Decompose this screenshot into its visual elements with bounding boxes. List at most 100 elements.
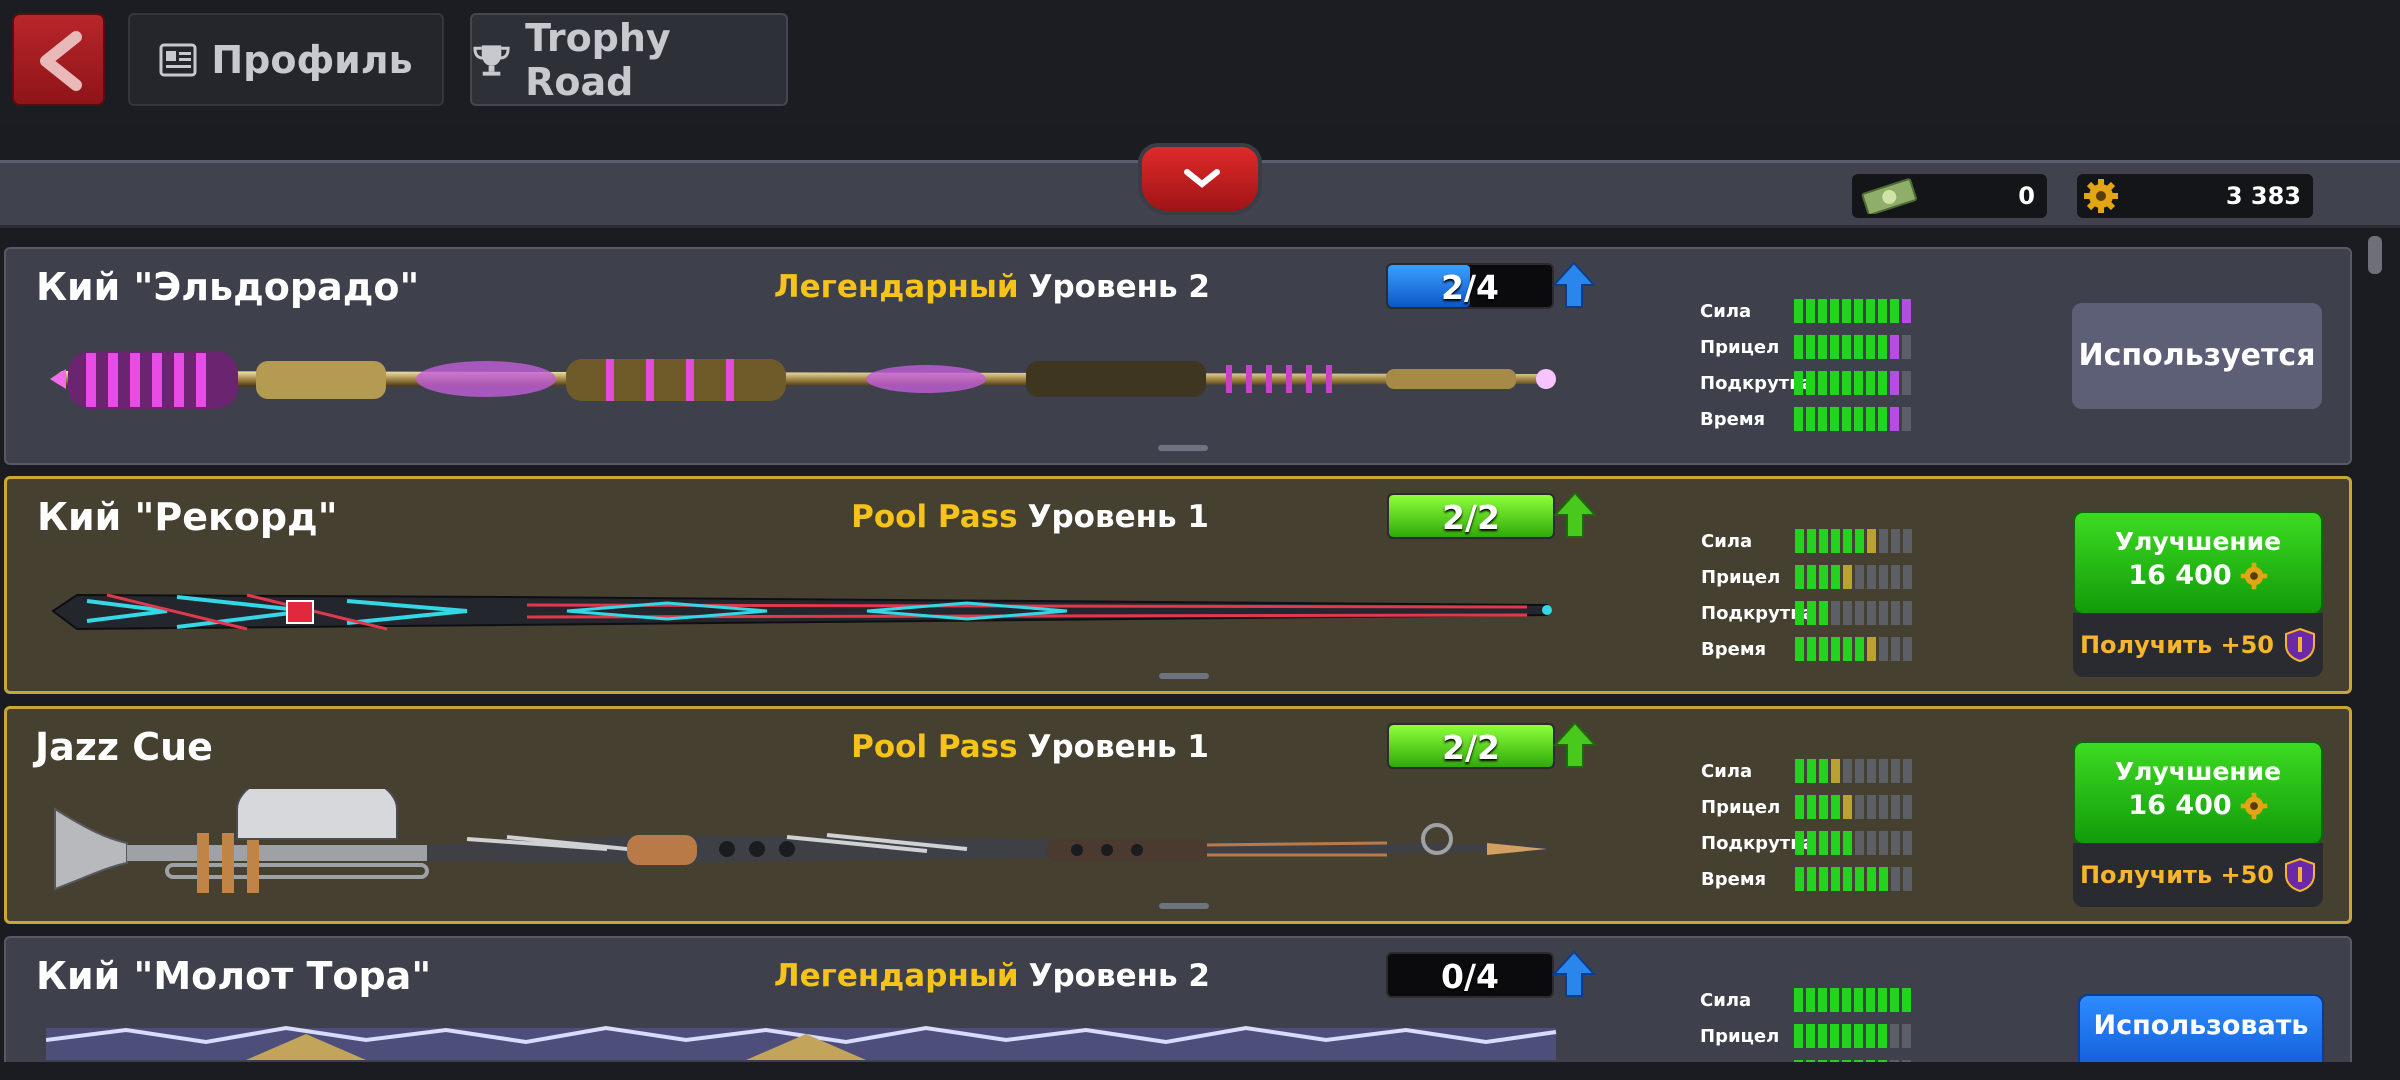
stat-segment <box>1867 529 1876 553</box>
stat-segment <box>1830 407 1839 431</box>
stat-label: Прицел <box>1701 566 1781 588</box>
stat-segment <box>1795 529 1804 553</box>
stat-segment <box>1795 759 1804 783</box>
stat-label: Подкрутка <box>1701 832 1815 854</box>
stat-segment <box>1867 795 1876 819</box>
stat-segment <box>1890 988 1899 1012</box>
stat-segment <box>1891 529 1900 553</box>
coins-balance: 3 383 <box>2077 174 2313 218</box>
stat-row: Подкрутка <box>1701 595 1912 631</box>
stat-segment <box>1854 988 1863 1012</box>
stat-segment <box>1819 637 1828 661</box>
stat-segment <box>1891 795 1900 819</box>
stat-segment <box>1843 601 1852 625</box>
stat-segment <box>1903 831 1912 855</box>
stat-segment <box>1855 637 1864 661</box>
stat-segment <box>1842 299 1851 323</box>
stat-label: Сила <box>1701 760 1753 782</box>
in-use-button[interactable]: Используется <box>2072 303 2322 409</box>
stat-label: Прицел <box>1701 796 1781 818</box>
stat-segment <box>1795 831 1804 855</box>
scrollbar-thumb[interactable] <box>2368 236 2382 274</box>
chevron-down-icon <box>1184 169 1220 188</box>
tab-trophy-road[interactable]: Trophy Road <box>470 13 788 106</box>
level-up-arrow-icon <box>1553 721 1597 768</box>
stat-segment <box>1854 371 1863 395</box>
level-label: Уровень 2 <box>1028 269 1210 305</box>
stat-segment <box>1891 565 1900 589</box>
cue-name: Кий "Молот Тора" <box>36 954 432 998</box>
stat-row: Прицел <box>1701 789 1912 825</box>
trophy-icon <box>473 44 510 76</box>
stat-segment <box>1890 1024 1899 1048</box>
expand-handle[interactable] <box>1159 903 1209 909</box>
collapse-button[interactable] <box>1138 143 1262 215</box>
stat-row: Сила <box>1701 523 1912 559</box>
stat-bar <box>1794 1024 1911 1048</box>
stat-segment <box>1903 529 1912 553</box>
stat-segment <box>1867 565 1876 589</box>
stat-segment <box>1878 988 1887 1012</box>
stat-segment <box>1831 867 1840 891</box>
upgrade-button[interactable]: Улучшение 16 400 <box>2073 741 2323 845</box>
expand-handle[interactable] <box>1159 673 1209 679</box>
stat-segment <box>1831 831 1840 855</box>
stat-segment <box>1843 759 1852 783</box>
cue-rarity: Pool Pass Уровень 1 <box>851 499 1209 535</box>
stat-segment <box>1807 759 1816 783</box>
stat-segment <box>1806 335 1815 359</box>
stat-bar <box>1795 795 1912 819</box>
stat-segment <box>1879 529 1888 553</box>
stat-label: Прицел <box>1700 1025 1780 1047</box>
stat-segment <box>1794 988 1803 1012</box>
stat-segment <box>1794 299 1803 323</box>
cue-card-jazz[interactable]: Jazz Cue Pool Pass Уровень 1 2/2 Сила Приц… <box>4 706 2352 924</box>
stat-segment <box>1819 867 1828 891</box>
cue-name: Кий "Рекорд" <box>37 495 338 539</box>
stat-segment <box>1806 1024 1815 1048</box>
stat-segment <box>1878 335 1887 359</box>
gear-coin-icon <box>2240 562 2267 589</box>
expand-handle[interactable] <box>1158 445 1208 451</box>
stat-bar <box>1795 831 1912 855</box>
stat-segment <box>1866 988 1875 1012</box>
get-pieces-button[interactable]: Получить +50 <box>2073 843 2323 907</box>
stat-label: Подкрутка <box>1700 372 1814 394</box>
stat-segment <box>1806 371 1815 395</box>
cue-card-eldorado[interactable]: Кий "Эльдорадо" Легендарный Уровень 2 2/4 <box>4 247 2352 465</box>
stat-label: Время <box>1701 868 1767 890</box>
rarity-label: Легендарный <box>773 269 1019 305</box>
stat-row: Сила <box>1700 982 1911 1018</box>
stat-bar <box>1794 335 1911 359</box>
level-label: Уровень 1 <box>1027 729 1209 765</box>
stat-segment <box>1831 759 1840 783</box>
stat-row: Прицел <box>1700 329 1911 365</box>
get-pieces-button[interactable]: Получить +50 <box>2073 613 2323 677</box>
stat-segment <box>1866 1024 1875 1048</box>
stat-segment <box>1903 867 1912 891</box>
stat-segment <box>1842 335 1851 359</box>
tab-profile[interactable]: Профиль <box>128 13 444 106</box>
cash-amount: 0 <box>2018 182 2035 210</box>
stat-segment <box>1891 759 1900 783</box>
stat-segment <box>1866 299 1875 323</box>
stat-segment <box>1891 867 1900 891</box>
stat-segment <box>1855 565 1864 589</box>
level-label: Уровень 1 <box>1027 499 1209 535</box>
stat-segment <box>1854 335 1863 359</box>
cue-card-record[interactable]: Кий "Рекорд" Pool Pass Уровень 1 2/2 Сила… <box>4 476 2352 694</box>
stat-row: Сила <box>1700 293 1911 329</box>
stat-bar <box>1795 601 1912 625</box>
stat-segment <box>1795 637 1804 661</box>
stat-segment <box>1830 299 1839 323</box>
back-button[interactable] <box>12 13 105 106</box>
stat-segment <box>1902 407 1911 431</box>
stat-bar <box>1794 371 1911 395</box>
stat-segment <box>1794 407 1803 431</box>
upgrade-button[interactable]: Улучшение 16 400 <box>2073 511 2323 615</box>
stat-segment <box>1878 299 1887 323</box>
cue-card-thor-hammer[interactable]: Кий "Молот Тора" Легендарный Уровень 2 0/… <box>4 936 2352 1080</box>
level-up-arrow-icon <box>1552 261 1596 308</box>
cue-image-record <box>51 593 1552 631</box>
tab-trophy-road-label: Trophy Road <box>525 15 671 104</box>
